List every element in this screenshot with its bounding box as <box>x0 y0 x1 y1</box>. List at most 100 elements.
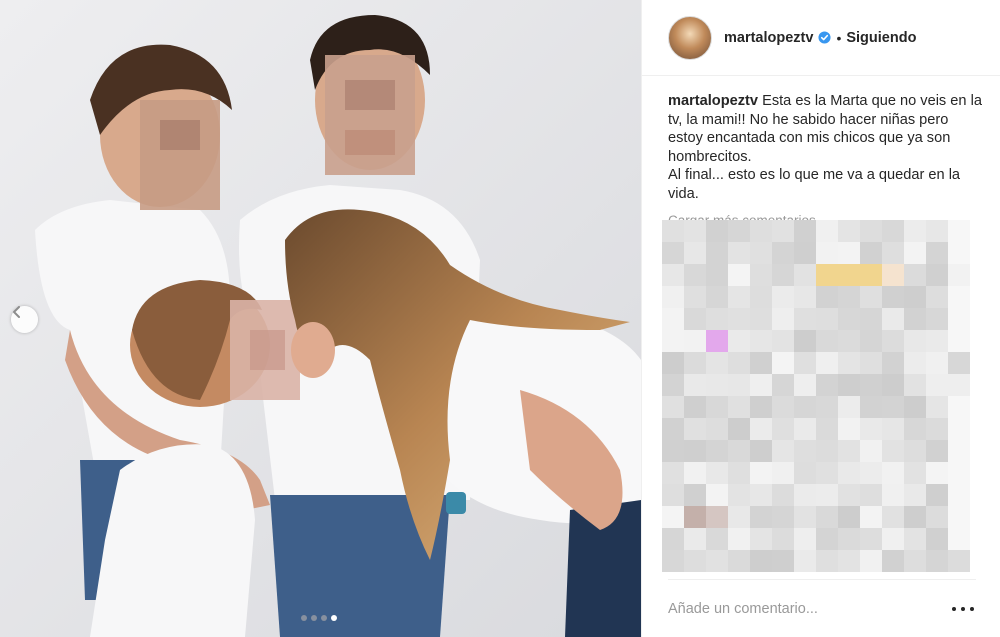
blur-pixel <box>794 352 816 374</box>
blur-pixel <box>750 418 772 440</box>
blur-pixel <box>882 528 904 550</box>
blur-pixel <box>662 528 684 550</box>
blur-pixel <box>860 374 882 396</box>
blur-pixel <box>772 220 794 242</box>
blur-pixel <box>772 550 794 572</box>
blur-pixel <box>684 506 706 528</box>
blur-pixel <box>904 418 926 440</box>
post-photo[interactable] <box>0 0 641 637</box>
blur-pixel <box>882 396 904 418</box>
blur-pixel <box>948 462 970 484</box>
blur-pixel <box>904 550 926 572</box>
blur-pixel <box>750 308 772 330</box>
blur-pixel <box>816 352 838 374</box>
blur-pixel <box>838 242 860 264</box>
blur-pixel <box>904 264 926 286</box>
caption-username[interactable]: martalopeztv <box>668 93 758 109</box>
blur-pixel <box>904 352 926 374</box>
blur-pixel <box>926 330 948 352</box>
blur-pixel <box>684 462 706 484</box>
blur-pixel <box>860 506 882 528</box>
blur-pixel <box>750 286 772 308</box>
divider <box>668 579 976 580</box>
blur-pixel <box>816 374 838 396</box>
blur-pixel <box>882 330 904 352</box>
blur-pixel <box>926 220 948 242</box>
blur-pixel <box>684 264 706 286</box>
blur-pixel <box>904 330 926 352</box>
blur-pixel <box>750 242 772 264</box>
carousel-prev-button[interactable] <box>11 306 38 333</box>
carousel-dot <box>301 615 307 621</box>
blur-pixel <box>926 440 948 462</box>
blur-pixel <box>728 242 750 264</box>
blur-pixel <box>882 242 904 264</box>
blur-pixel <box>706 550 728 572</box>
separator-dot: • <box>836 29 842 46</box>
blur-pixel <box>794 462 816 484</box>
username-link[interactable]: martalopeztv <box>724 30 813 46</box>
blur-pixel <box>772 440 794 462</box>
blur-pixel <box>838 220 860 242</box>
blur-pixel <box>860 286 882 308</box>
blur-pixel <box>706 286 728 308</box>
blur-pixel <box>706 220 728 242</box>
blur-pixel <box>794 396 816 418</box>
options-dot <box>970 607 974 611</box>
blur-pixel <box>728 528 750 550</box>
blur-pixel <box>948 396 970 418</box>
carousel-dot <box>311 615 317 621</box>
blur-pixel <box>662 374 684 396</box>
blur-pixel <box>662 506 684 528</box>
more-options-icon[interactable] <box>952 600 974 618</box>
blur-pixel <box>860 352 882 374</box>
blur-pixel <box>662 462 684 484</box>
blur-pixel <box>684 528 706 550</box>
blur-pixel <box>882 440 904 462</box>
blur-pixel <box>728 308 750 330</box>
blur-pixel <box>750 484 772 506</box>
blur-pixel <box>948 528 970 550</box>
blurred-comments <box>662 220 970 572</box>
family-photo-illustration <box>0 0 641 637</box>
blur-pixel <box>816 308 838 330</box>
blur-pixel <box>926 242 948 264</box>
blur-pixel <box>794 330 816 352</box>
blur-pixel <box>948 352 970 374</box>
blur-pixel <box>750 220 772 242</box>
blur-pixel <box>706 484 728 506</box>
blur-pixel <box>838 440 860 462</box>
blur-pixel <box>838 352 860 374</box>
blur-pixel <box>794 308 816 330</box>
blur-pixel <box>816 440 838 462</box>
blur-pixel <box>772 330 794 352</box>
blur-pixel <box>728 484 750 506</box>
blur-pixel <box>662 286 684 308</box>
blur-pixel <box>860 308 882 330</box>
blur-pixel <box>750 462 772 484</box>
blur-pixel <box>706 440 728 462</box>
blur-pixel <box>948 506 970 528</box>
blur-pixel <box>728 264 750 286</box>
blur-pixel <box>882 220 904 242</box>
blur-pixel <box>926 462 948 484</box>
blur-pixel <box>948 308 970 330</box>
blur-pixel <box>816 550 838 572</box>
blur-pixel <box>662 440 684 462</box>
following-button[interactable]: Siguiendo <box>846 30 916 46</box>
blur-pixel <box>706 528 728 550</box>
post-sidebar: martalopeztv • Siguiendo martalopeztv Es… <box>641 0 1000 637</box>
blur-pixel <box>684 286 706 308</box>
comment-input[interactable] <box>668 598 928 620</box>
blur-pixel <box>662 550 684 572</box>
options-dot <box>952 607 956 611</box>
avatar[interactable] <box>668 15 712 60</box>
blur-pixel <box>662 330 684 352</box>
blur-pixel <box>926 506 948 528</box>
blur-pixel <box>948 242 970 264</box>
blur-pixel <box>662 264 684 286</box>
blur-pixel <box>662 484 684 506</box>
blur-pixel <box>772 286 794 308</box>
blur-pixel <box>706 308 728 330</box>
blur-pixel <box>728 462 750 484</box>
